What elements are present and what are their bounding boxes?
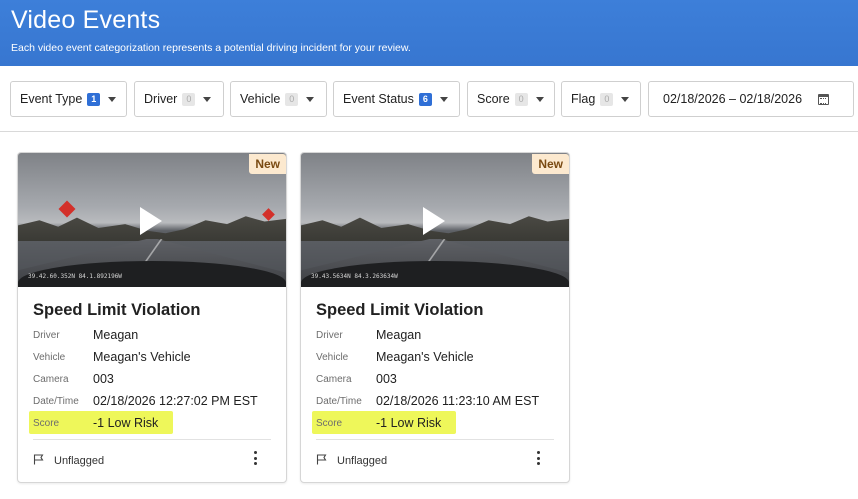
chevron-down-icon xyxy=(108,96,117,102)
score-filter-label: Score xyxy=(477,92,510,106)
datetime-label: Date/Time xyxy=(316,395,362,407)
score-count-badge: 0 xyxy=(514,92,528,106)
flag-count-badge: 0 xyxy=(600,92,614,106)
vehicle-row: Vehicle Meagan's Vehicle xyxy=(316,348,474,366)
driver-filter[interactable]: Driver 0 xyxy=(134,81,224,117)
video-thumbnail[interactable]: 39.42.60.352N 84.1.892196W New xyxy=(18,153,286,287)
camera-row: Camera 003 xyxy=(316,370,397,388)
flag-filter-label: Flag xyxy=(571,92,596,106)
camera-label: Camera xyxy=(33,373,69,385)
divider xyxy=(316,439,554,440)
gps-coordinates: 39.42.60.352N 84.1.892196W xyxy=(28,273,122,280)
score-value: -1 Low Risk xyxy=(376,416,442,430)
datetime-row: Date/Time 02/18/2026 12:27:02 PM EST xyxy=(33,392,258,410)
play-icon[interactable] xyxy=(140,207,162,235)
event-title: Speed Limit Violation xyxy=(33,301,201,319)
vehicle-label: Vehicle xyxy=(33,351,66,363)
event-card[interactable]: 39.43.5634N 84.3.263634W New Speed Limit… xyxy=(300,152,570,483)
page-subtitle: Each video event categorization represen… xyxy=(11,42,411,54)
chevron-down-icon xyxy=(535,96,544,102)
vehicle-label: Vehicle xyxy=(316,351,349,363)
score-value: -1 Low Risk xyxy=(93,416,159,430)
driver-value: Meagan xyxy=(93,328,139,342)
chevron-down-icon xyxy=(203,96,212,102)
vehicle-filter-label: Vehicle xyxy=(240,92,281,106)
driver-count-badge: 0 xyxy=(182,92,196,106)
vehicle-row: Vehicle Meagan's Vehicle xyxy=(33,348,191,366)
driver-label: Driver xyxy=(316,329,343,341)
score-row: Score -1 Low Risk xyxy=(316,414,441,432)
camera-row: Camera 003 xyxy=(33,370,114,388)
flag-icon[interactable] xyxy=(316,454,327,465)
camera-label: Camera xyxy=(316,373,352,385)
event-type-count-badge: 1 xyxy=(87,92,101,106)
filter-bar: Event Type 1 Driver 0 Vehicle 0 Event St… xyxy=(0,66,858,132)
more-options-icon[interactable] xyxy=(254,451,258,465)
event-type-filter-label: Event Type xyxy=(20,92,83,106)
camera-value: 003 xyxy=(93,372,114,386)
vehicle-filter[interactable]: Vehicle 0 xyxy=(230,81,327,117)
flag-status[interactable]: Unflagged xyxy=(337,455,387,467)
score-label: Score xyxy=(33,417,60,429)
datetime-value: 02/18/2026 12:27:02 PM EST xyxy=(93,394,258,408)
flag-icon[interactable] xyxy=(33,454,44,465)
vehicle-count-badge: 0 xyxy=(285,92,299,106)
new-badge: New xyxy=(249,154,286,174)
event-status-count-badge: 6 xyxy=(418,92,432,106)
play-icon[interactable] xyxy=(423,207,445,235)
page-header: Video Events Each video event categoriza… xyxy=(0,0,858,66)
event-card[interactable]: 39.42.60.352N 84.1.892196W New Speed Lim… xyxy=(17,152,287,483)
driver-row: Driver Meagan xyxy=(316,326,421,344)
event-status-filter-label: Event Status xyxy=(343,92,414,106)
divider xyxy=(33,439,271,440)
flag-status[interactable]: Unflagged xyxy=(54,455,104,467)
chevron-down-icon xyxy=(621,96,630,102)
calendar-icon xyxy=(818,93,830,105)
video-thumbnail[interactable]: 39.43.5634N 84.3.263634W New xyxy=(301,153,569,287)
page-title: Video Events xyxy=(11,6,161,34)
chevron-down-icon xyxy=(306,96,315,102)
driver-value: Meagan xyxy=(376,328,422,342)
flag-filter[interactable]: Flag 0 xyxy=(561,81,641,117)
vehicle-value: Meagan's Vehicle xyxy=(93,350,191,364)
more-options-icon[interactable] xyxy=(537,451,541,465)
date-range-picker[interactable]: 02/18/2026 – 02/18/2026 xyxy=(648,81,854,117)
driver-filter-label: Driver xyxy=(144,92,178,106)
score-row: Score -1 Low Risk xyxy=(33,414,158,432)
new-badge: New xyxy=(532,154,569,174)
datetime-label: Date/Time xyxy=(33,395,79,407)
event-title: Speed Limit Violation xyxy=(316,301,484,319)
datetime-value: 02/18/2026 11:23:10 AM EST xyxy=(376,394,540,408)
date-range-value: 02/18/2026 – 02/18/2026 xyxy=(663,92,803,106)
chevron-down-icon xyxy=(439,96,448,102)
driver-label: Driver xyxy=(33,329,60,341)
event-type-filter[interactable]: Event Type 1 xyxy=(10,81,127,117)
score-filter[interactable]: Score 0 xyxy=(467,81,555,117)
datetime-row: Date/Time 02/18/2026 11:23:10 AM EST xyxy=(316,392,539,410)
event-status-filter[interactable]: Event Status 6 xyxy=(333,81,460,117)
vehicle-value: Meagan's Vehicle xyxy=(376,350,474,364)
score-label: Score xyxy=(316,417,343,429)
driver-row: Driver Meagan xyxy=(33,326,138,344)
gps-coordinates: 39.43.5634N 84.3.263634W xyxy=(311,273,398,280)
camera-value: 003 xyxy=(376,372,397,386)
